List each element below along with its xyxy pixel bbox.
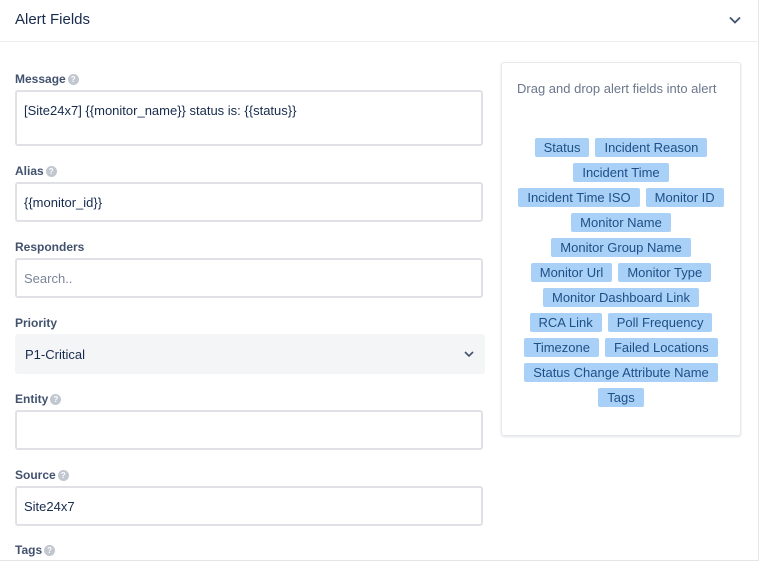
source-field[interactable]: Site24x7 (15, 486, 483, 526)
alias-label: Alias ? (15, 164, 57, 178)
entity-field[interactable] (15, 410, 483, 450)
collapse-chevron-down-icon[interactable] (728, 13, 742, 27)
field-tag-monitor-type[interactable]: Monitor Type (618, 263, 712, 282)
help-icon[interactable]: ? (44, 544, 56, 556)
tags-label: Tags ? (15, 543, 56, 557)
field-tag-rca-link[interactable]: RCA Link (529, 313, 602, 332)
priority-select[interactable]: P1-Critical (15, 334, 485, 374)
entity-label: Entity ? (15, 392, 62, 406)
help-icon[interactable]: ? (45, 165, 57, 177)
field-tag-status-change-attribute-name[interactable]: Status Change Attribute Name (524, 363, 718, 382)
priority-label: Priority (15, 316, 58, 330)
responders-label: Responders (15, 240, 85, 254)
alert-fields-card: Alert Fields Message ? [Site24x7] {{moni… (0, 0, 759, 561)
alert-field-tags: Status Incident Reason Incident Time Inc… (510, 135, 732, 410)
alert-field-picker-panel: Drag and drop alert fields into alert St… (501, 62, 741, 436)
field-tag-failed-locations[interactable]: Failed Locations (604, 338, 718, 357)
field-tag-incident-time[interactable]: Incident Time (573, 163, 669, 182)
panel-hint: Drag and drop alert fields into alert (517, 81, 717, 96)
field-tag-monitor-name[interactable]: Monitor Name (571, 213, 671, 232)
field-tag-tags[interactable]: Tags (598, 388, 644, 407)
alias-field[interactable]: {{monitor_id}} (15, 182, 483, 222)
field-tag-incident-time-iso[interactable]: Incident Time ISO (518, 188, 640, 207)
field-tag-timezone[interactable]: Timezone (524, 338, 599, 357)
field-tag-monitor-group-name[interactable]: Monitor Group Name (551, 238, 691, 257)
message-label: Message ? (15, 72, 79, 86)
field-tag-status[interactable]: Status (534, 138, 590, 157)
message-field[interactable]: [Site24x7] {{monitor_name}} status is: {… (15, 90, 483, 146)
section-title: Alert Fields (15, 11, 91, 28)
help-icon[interactable]: ? (50, 393, 62, 405)
divider (0, 41, 758, 42)
field-tag-incident-reason[interactable]: Incident Reason (595, 138, 708, 157)
responders-search-input[interactable]: Search.. (15, 258, 483, 298)
source-label: Source ? (15, 468, 69, 482)
field-tag-monitor-url[interactable]: Monitor Url (530, 263, 613, 282)
chevron-down-icon (464, 351, 474, 358)
help-icon[interactable]: ? (57, 469, 69, 481)
field-tag-monitor-id[interactable]: Monitor ID (645, 188, 724, 207)
help-icon[interactable]: ? (67, 73, 79, 85)
field-tag-poll-frequency[interactable]: Poll Frequency (607, 313, 713, 332)
field-tag-monitor-dashboard-link[interactable]: Monitor Dashboard Link (542, 288, 700, 307)
